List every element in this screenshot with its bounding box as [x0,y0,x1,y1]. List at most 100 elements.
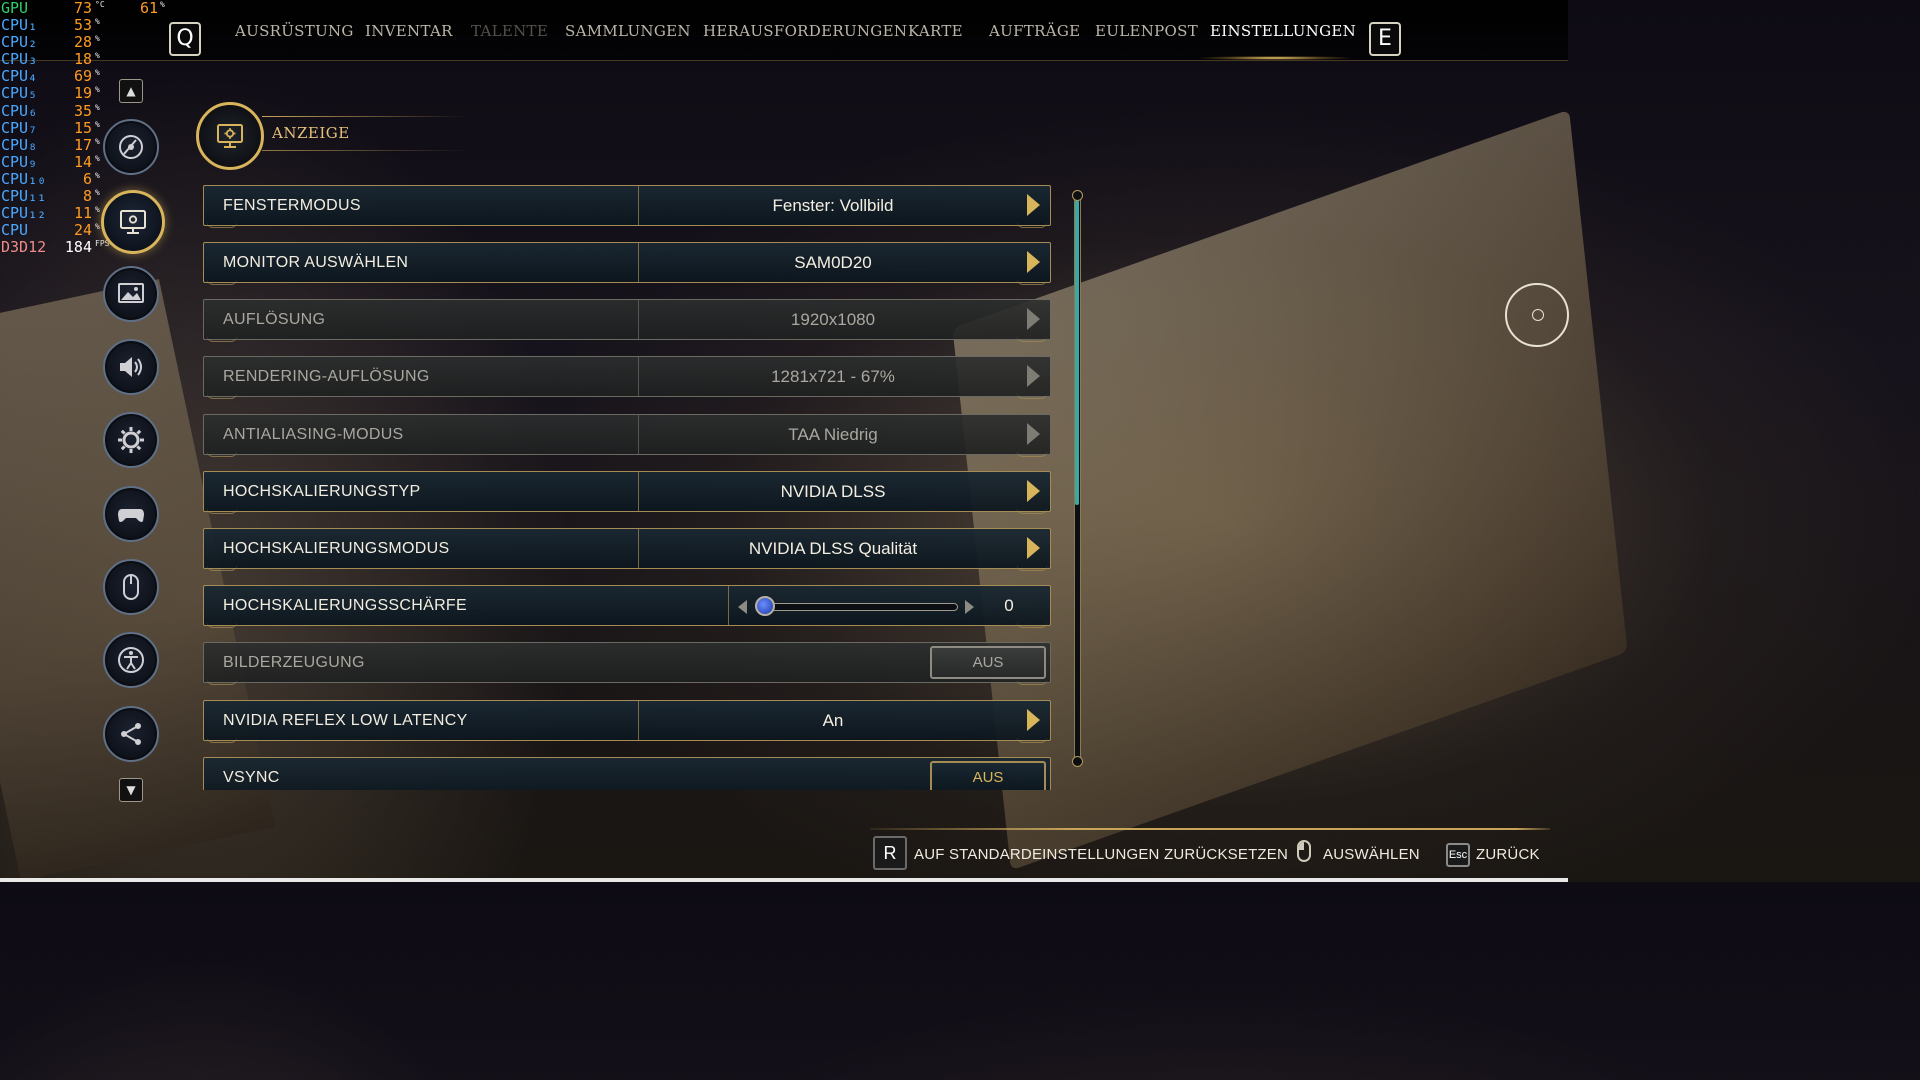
setting-value[interactable]: Fenster: Vollbild [640,196,1026,216]
setting-label: HOCHSKALIERUNGSTYP [223,483,421,500]
setting-row-auflösung[interactable]: AUFLÖSUNG 1920x1080 [203,299,1051,342]
setting-row-hochskalierungsschärfe[interactable]: HOCHSKALIERUNGSSCHÄRFE 0 [203,585,1051,628]
reset-key[interactable]: R [873,836,907,870]
setting-row-vsync[interactable]: VSYNC AUS [203,757,1051,790]
sidebar-category-mouse[interactable] [103,559,159,615]
setting-row-fenstermodus[interactable]: FENSTERMODUS Fenster: Vollbild [203,185,1051,228]
mouse-left-click-icon [1297,840,1311,862]
setting-value[interactable]: NVIDIA DLSS Qualität [640,539,1026,559]
tab-ausrüstung[interactable]: AUSRÜSTUNG [235,22,354,40]
setting-value[interactable]: An [640,711,1026,731]
chevron-right-icon[interactable] [1027,537,1040,559]
setting-row-hochskalierungstyp[interactable]: HOCHSKALIERUNGSTYP NVIDIA DLSS [203,471,1051,514]
active-tab-glow [1200,56,1350,60]
sidebar-category-monitor-gear[interactable] [101,190,165,254]
perf-unit: % [95,119,100,129]
perf-label: GPU [1,0,29,17]
sidebar-category-accessibility[interactable] [103,632,159,688]
setting-row-rendering-auflösung[interactable]: RENDERING-AUFLÖSUNG 1281x721 - 67% [203,356,1051,399]
tab-karte[interactable]: KARTE [908,22,963,40]
setting-label: NVIDIA REFLEX LOW LATENCY [223,712,468,729]
row-divider [638,529,639,568]
slider-knob[interactable] [755,596,775,616]
slider-track[interactable] [756,603,958,611]
chevron-right-icon[interactable] [1027,251,1040,273]
perf-value: 73 [73,0,92,17]
reset-label[interactable]: AUF STANDARDEINSTELLUNGEN ZURÜCKSETZEN [914,846,1288,863]
row-ornament [207,736,237,743]
footer-hints: R AUF STANDARDEINSTELLUNGEN ZURÜCKSETZEN… [0,836,1568,876]
chevron-right-icon[interactable] [1027,308,1040,330]
perf-label: CPU₉ [1,152,38,171]
perf-row: CPU₂ 28% [0,34,180,51]
tab-sammlungen[interactable]: SAMMLUNGEN [565,22,691,40]
perf-label: CPU₂ [1,33,38,52]
next-tab-key[interactable]: E [1369,22,1401,56]
speaker-icon [120,357,142,377]
row-ornament [1017,678,1047,685]
esc-key[interactable]: Esc [1446,843,1470,867]
perf-label: CPU₄ [1,67,38,86]
perf-label: D3D12 [1,238,47,257]
setting-row-nvidia-reflex-low-latency[interactable]: NVIDIA REFLEX LOW LATENCY An [203,700,1051,743]
row-ornament [1017,221,1047,228]
chevron-right-icon[interactable] [1027,194,1040,216]
perf-row: CPU₃ 18% [0,51,180,68]
top-nav: Q AUSRÜSTUNG INVENTAR TALENTE SAMMLUNGEN HER… [0,0,1568,61]
settings-scrollbar-thumb[interactable] [1075,200,1079,505]
sidebar-category-gamepad[interactable] [103,486,159,542]
perf-unit: % [95,222,100,232]
sidebar-category-disc[interactable] [103,119,159,175]
tab-inventar[interactable]: INVENTAR [365,22,453,40]
sidebar-scroll-up[interactable]: ▲ [119,79,143,103]
setting-value[interactable]: TAA Niedrig [640,425,1026,445]
tab-aufträge[interactable]: AUFTRÄGE [989,22,1080,40]
tab-herausforderungen[interactable]: HERAUSFORDERUNGEN [703,22,907,40]
perf-unit: % [95,51,100,61]
setting-value[interactable]: 1281x721 - 67% [640,367,1026,387]
row-ornament [1017,450,1047,457]
perf-value: 53 [73,16,92,35]
sidebar-category-speaker[interactable] [103,339,159,395]
setting-value[interactable]: NVIDIA DLSS [640,482,1026,502]
sidebar-category-share[interactable] [103,706,159,762]
setting-value[interactable]: SAM0D20 [640,253,1026,273]
setting-value[interactable]: 1920x1080 [640,310,1026,330]
perf-unit: % [95,17,100,27]
chevron-right-icon[interactable] [1027,480,1040,502]
disc-icon [119,135,143,159]
share-icon [121,723,141,745]
perf-unit: % [95,153,100,163]
perf-value: 14 [73,152,92,171]
tab-einstellungen[interactable]: EINSTELLUNGEN [1210,22,1356,40]
chevron-right-icon[interactable] [1027,423,1040,445]
perf-label: CPU₆ [1,101,38,120]
sidebar-scroll-down[interactable]: ▼ [119,778,143,802]
perf-value: 11 [73,204,92,223]
row-ornament [207,221,237,228]
setting-toggle[interactable]: AUS [930,646,1046,679]
tab-eulenpost[interactable]: EULENPOST [1095,22,1198,40]
setting-label: MONITOR AUSWÄHLEN [223,254,409,271]
perf-unit: % [95,85,100,95]
setting-row-monitor-auswählen[interactable]: MONITOR AUSWÄHLEN SAM0D20 [203,242,1051,285]
perf-value: 184 [64,238,92,257]
setting-toggle[interactable]: AUS [930,761,1046,790]
sidebar-category-image[interactable] [103,266,159,322]
setting-row-hochskalierungsmodus[interactable]: HOCHSKALIERUNGSMODUS NVIDIA DLSS Qualität [203,528,1051,571]
sidebar-category-gear[interactable] [103,412,159,468]
settings-list: FENSTERMODUS Fenster: Vollbild MONITOR AUS… [203,185,1053,790]
slider-increase-icon[interactable] [965,600,974,614]
perf-row: CPU₄ 69% [0,68,180,85]
setting-row-bilderzeugung[interactable]: BILDERZEUGUNG AUS [203,642,1051,685]
slider-decrease-icon[interactable] [738,600,747,614]
perf-value: 17 [73,135,92,154]
setting-label: VSYNC [223,769,280,786]
perf-label: CPU₁₀ [1,169,47,188]
back-label[interactable]: ZURÜCK [1476,846,1540,863]
setting-row-antialiasing-modus[interactable]: ANTIALIASING-MODUS TAA Niedrig [203,414,1051,457]
perf-value: 18 [73,50,92,69]
chevron-right-icon[interactable] [1027,709,1040,731]
select-label[interactable]: AUSWÄHLEN [1323,846,1420,863]
chevron-right-icon[interactable] [1027,365,1040,387]
